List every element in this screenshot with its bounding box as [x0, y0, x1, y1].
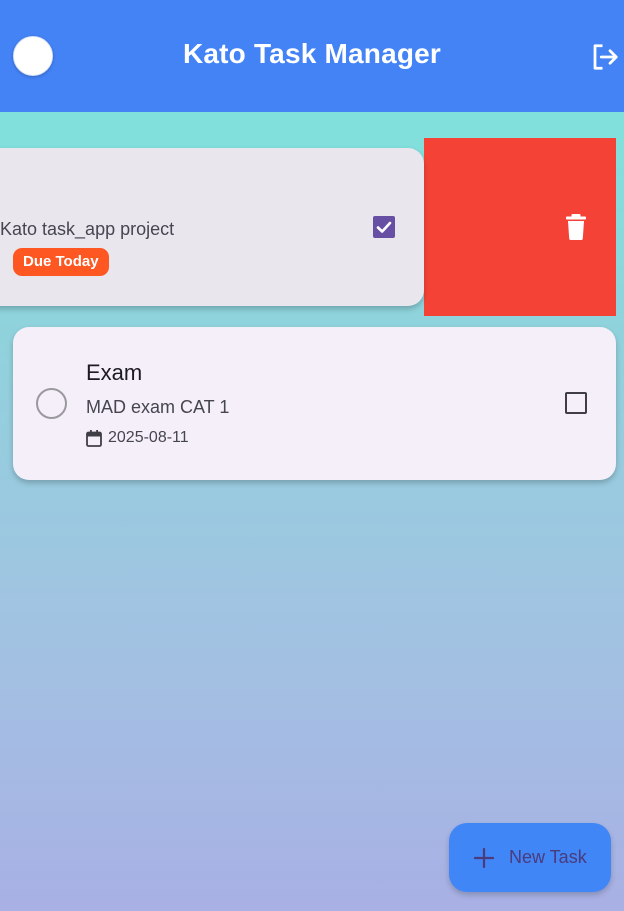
- page-title: Kato Task Manager: [182, 38, 442, 69]
- calendar-icon: [86, 430, 102, 447]
- due-badge: Due Today: [13, 248, 109, 276]
- completed-checkbox[interactable]: [565, 392, 587, 414]
- logout-icon[interactable]: [590, 42, 620, 72]
- new-task-label: New Task: [509, 847, 587, 867]
- task-card[interactable]: Exam MAD exam CAT 1 2025-08-11: [13, 327, 616, 480]
- new-task-button[interactable]: New Task: [449, 823, 611, 892]
- task-due-date: 2025-08-11: [108, 429, 189, 446]
- task-description: Kato task_app project: [0, 219, 175, 239]
- swipe-delete-background[interactable]: [424, 138, 616, 316]
- trash-icon[interactable]: [566, 214, 586, 240]
- plus-icon: [474, 848, 494, 868]
- app-bar: Kato Task Manager: [0, 0, 624, 112]
- completed-checkbox[interactable]: [373, 216, 395, 238]
- task-description: MAD exam CAT 1: [86, 397, 230, 417]
- task-list-screen: Kato Task Manager Kato task_app project …: [0, 0, 624, 911]
- task-card[interactable]: Kato task_app project Due Today: [0, 148, 424, 306]
- task-title: Exam: [86, 360, 143, 385]
- task-status-radio[interactable]: [36, 388, 67, 419]
